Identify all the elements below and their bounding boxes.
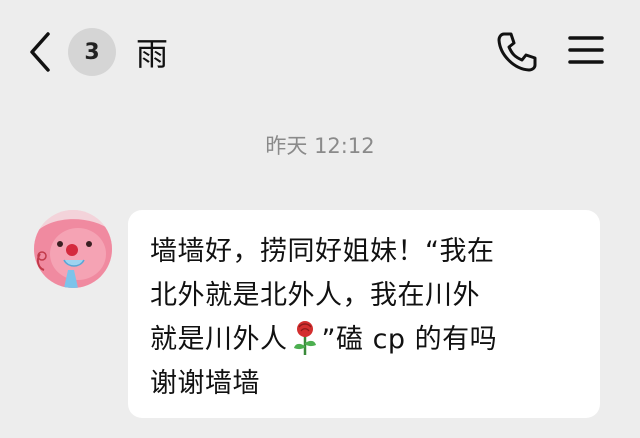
message-line-segment: ”磕 cp 的有吗	[321, 324, 498, 355]
more-menu-button[interactable]	[566, 32, 606, 68]
unread-count-badge[interactable]: 3	[68, 28, 116, 76]
chat-header: 3 雨	[0, 0, 640, 100]
message-bubble[interactable]: 墙墙好，捞同好姐妹！“我在 北外就是北外人，我在川外 就是川外人 ”磕 cp 的…	[128, 210, 600, 418]
chat-title: 雨	[136, 35, 169, 73]
message-line-segment: 就是川外人	[150, 324, 288, 355]
voice-call-button[interactable]	[494, 28, 540, 74]
message-line: 墙墙好，捞同好姐妹！“我在	[150, 236, 495, 267]
message-line: 谢谢墙墙	[150, 368, 260, 399]
message-line: 就是川外人 ”磕 cp 的有吗	[150, 318, 580, 362]
chevron-left-icon	[30, 32, 50, 72]
hamburger-menu-icon	[568, 36, 604, 64]
rose-emoji	[290, 320, 320, 370]
cartoon-character-avatar	[34, 210, 112, 288]
phone-icon	[497, 32, 537, 72]
message-line: 北外就是北外人，我在川外	[150, 280, 480, 311]
avatar[interactable]	[34, 210, 112, 288]
message-timestamp: 昨天 12:12	[265, 134, 375, 158]
back-button[interactable]	[26, 30, 56, 74]
